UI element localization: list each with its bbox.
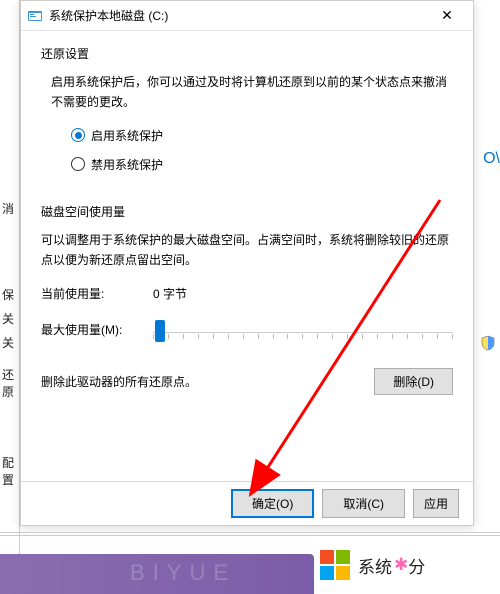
delete-row: 删除此驱动器的所有还原点。 删除(D) [41, 368, 453, 395]
current-usage-value: 0 字节 [153, 285, 187, 302]
brand-text: 系统✱分 [358, 553, 425, 578]
titlebar: 系统保护本地磁盘 (C:) ✕ [21, 1, 473, 31]
bg-frag: 关 [2, 334, 14, 351]
slider-thumb[interactable] [155, 320, 165, 342]
max-usage-row: 最大使用量(M): [41, 320, 453, 340]
dialog-icon [27, 8, 43, 24]
dialog-content: 还原设置 启用系统保护后，你可以通过及时将计算机还原到以前的某个状态点来撤消不需… [21, 31, 473, 395]
bg-frag: 消 [2, 200, 14, 217]
bg-frag: 保 [2, 286, 14, 303]
shield-icon [480, 335, 496, 354]
radio-icon [71, 157, 85, 171]
radio-disable-protection[interactable]: 禁用系统保护 [71, 156, 453, 173]
watermark-text: BIYUE [130, 560, 236, 586]
bg-frag: 还原 [2, 366, 19, 400]
system-protection-dialog: 系统保护本地磁盘 (C:) ✕ 还原设置 启用系统保护后，你可以通过及时将计算机… [20, 0, 474, 526]
current-usage-row: 当前使用量: 0 字节 [41, 285, 453, 302]
lavender-band: BIYUE [0, 554, 314, 594]
restore-section-title: 还原设置 [41, 45, 453, 62]
background-right-strip: O\ [474, 0, 500, 594]
disk-section-title: 磁盘空间使用量 [41, 203, 453, 220]
max-usage-slider[interactable] [153, 320, 453, 340]
microsoft-logo-icon [320, 550, 350, 580]
cancel-button[interactable]: 取消(C) [322, 489, 405, 518]
background-left-strip: 消 保 关 关 还原 配置 [0, 0, 20, 594]
radio-label: 禁用系统保护 [91, 156, 163, 173]
max-usage-label: 最大使用量(M): [41, 321, 153, 338]
dialog-title: 系统保护本地磁盘 (C:) [49, 7, 427, 24]
close-icon: ✕ [441, 7, 453, 24]
apply-button[interactable]: 应用 [413, 489, 459, 518]
radio-enable-protection[interactable]: 启用系统保护 [71, 127, 453, 144]
radio-label: 启用系统保护 [91, 127, 163, 144]
dialog-button-bar: 确定(O) 取消(C) 应用 [21, 481, 473, 525]
bg-ov-fragment: O\ [483, 150, 500, 168]
current-usage-label: 当前使用量: [41, 285, 153, 302]
star-icon: ✱ [394, 555, 408, 575]
disk-usage-section: 磁盘空间使用量 可以调整用于系统保护的最大磁盘空间。占满空间时，系统将删除较旧的… [41, 203, 453, 395]
protection-radio-group: 启用系统保护 禁用系统保护 [71, 127, 453, 173]
delete-button[interactable]: 删除(D) [374, 368, 453, 395]
footer-watermark-strip: BIYUE 系统✱分 [0, 536, 500, 594]
close-button[interactable]: ✕ [427, 2, 467, 30]
radio-icon [71, 128, 85, 142]
brand-area: 系统✱分 [314, 536, 500, 594]
bg-frag: 关 [2, 310, 14, 327]
restore-description: 启用系统保护后，你可以通过及时将计算机还原到以前的某个状态点来撤消不需要的更改。 [51, 72, 453, 113]
bg-frag: 配置 [2, 454, 19, 488]
ok-button[interactable]: 确定(O) [231, 489, 314, 518]
delete-description: 删除此驱动器的所有还原点。 [41, 373, 197, 390]
disk-description: 可以调整用于系统保护的最大磁盘空间。占满空间时，系统将删除较旧的还原点以便为新还… [41, 230, 453, 271]
